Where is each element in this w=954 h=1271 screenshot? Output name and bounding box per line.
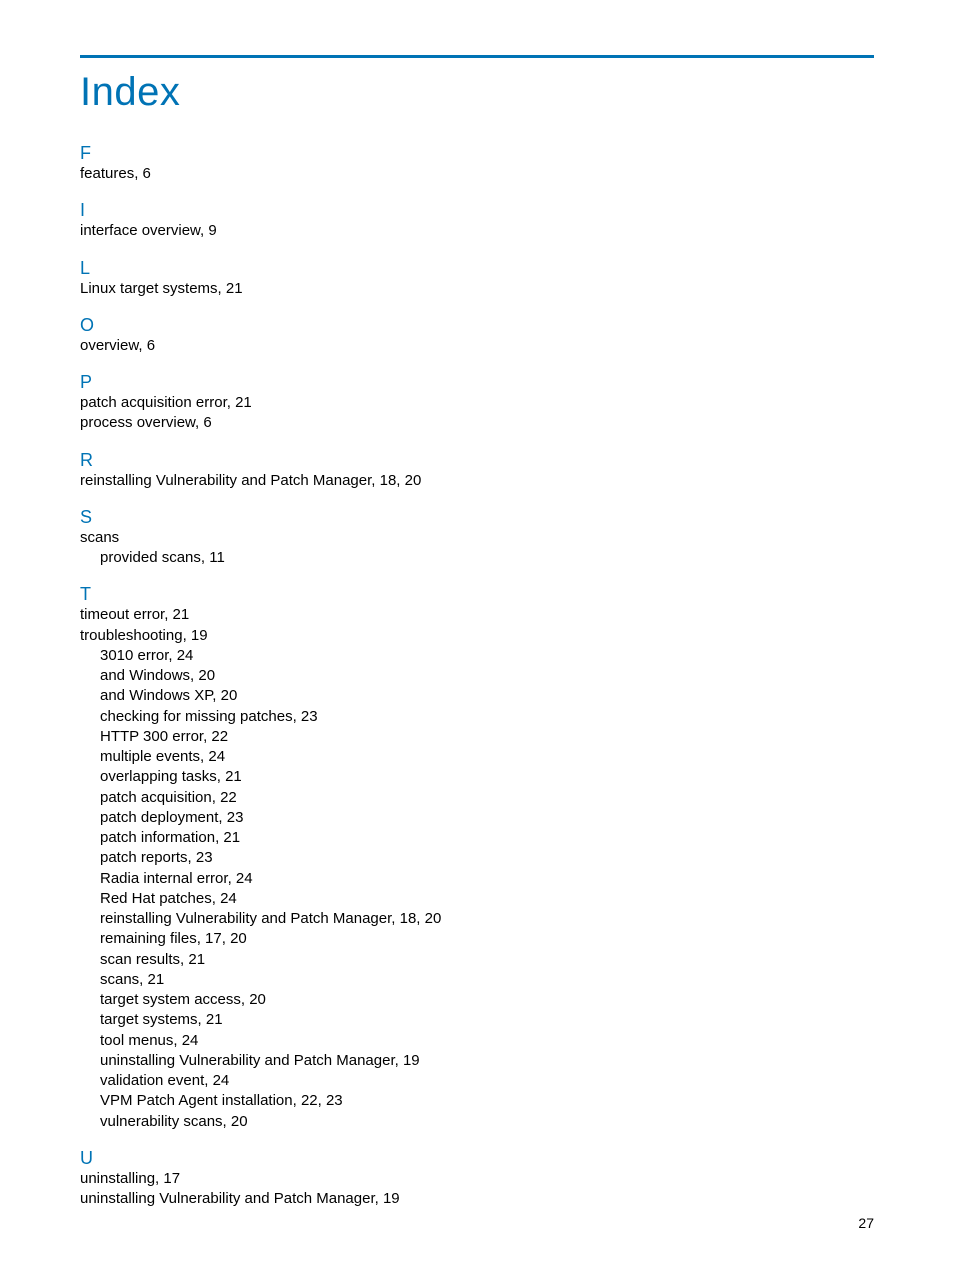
section-letter-t: T (80, 584, 874, 605)
section-letter-l: L (80, 258, 874, 279)
index-subentry: patch reports, 23 (100, 848, 874, 868)
index-subentry: scans, 21 (100, 970, 874, 990)
page-number: 27 (858, 1215, 874, 1231)
index-subentry: patch acquisition, 22 (100, 788, 874, 808)
index-subentry: HTTP 300 error, 22 (100, 727, 874, 747)
index-subentry: and Windows XP, 20 (100, 686, 874, 706)
index-subentry: VPM Patch Agent installation, 22, 23 (100, 1091, 874, 1111)
section-letter-f: F (80, 143, 874, 164)
index-entry: patch acquisition error, 21 (80, 393, 874, 413)
section-letter-u: U (80, 1148, 874, 1169)
index-subentry: Radia internal error, 24 (100, 869, 874, 889)
section-letter-o: O (80, 315, 874, 336)
index-entry: interface overview, 9 (80, 221, 874, 241)
index-entry: troubleshooting, 19 (80, 626, 874, 646)
page-title: Index (80, 70, 874, 115)
index-entry: timeout error, 21 (80, 605, 874, 625)
index-subentry: 3010 error, 24 (100, 646, 874, 666)
index-subentry: Red Hat patches, 24 (100, 889, 874, 909)
index-subentry: target system access, 20 (100, 990, 874, 1010)
index-entry: features, 6 (80, 164, 874, 184)
index-subentry: scan results, 21 (100, 950, 874, 970)
index-entry: reinstalling Vulnerability and Patch Man… (80, 471, 874, 491)
index-entry: scans (80, 528, 874, 548)
index-entry: uninstalling Vulnerability and Patch Man… (80, 1189, 874, 1209)
index-subentry: multiple events, 24 (100, 747, 874, 767)
index-subentry: overlapping tasks, 21 (100, 767, 874, 787)
index-subentry: checking for missing patches, 23 (100, 707, 874, 727)
index-subentry: target systems, 21 (100, 1010, 874, 1030)
section-letter-p: P (80, 372, 874, 393)
index-subentry: reinstalling Vulnerability and Patch Man… (100, 909, 874, 929)
index-entry: process overview, 6 (80, 413, 874, 433)
index-subentry: remaining files, 17, 20 (100, 929, 874, 949)
index-entry: Linux target systems, 21 (80, 279, 874, 299)
index-entry: overview, 6 (80, 336, 874, 356)
section-letter-r: R (80, 450, 874, 471)
index-subentry: and Windows, 20 (100, 666, 874, 686)
index-subentry: patch deployment, 23 (100, 808, 874, 828)
index-subentry: validation event, 24 (100, 1071, 874, 1091)
section-letter-s: S (80, 507, 874, 528)
index-entry: uninstalling, 17 (80, 1169, 874, 1189)
top-rule (80, 55, 874, 58)
index-subentry: provided scans, 11 (100, 548, 874, 568)
index-subentry: vulnerability scans, 20 (100, 1112, 874, 1132)
section-letter-i: I (80, 200, 874, 221)
index-subentry: patch information, 21 (100, 828, 874, 848)
index-subentry: uninstalling Vulnerability and Patch Man… (100, 1051, 874, 1071)
index-subentry: tool menus, 24 (100, 1031, 874, 1051)
